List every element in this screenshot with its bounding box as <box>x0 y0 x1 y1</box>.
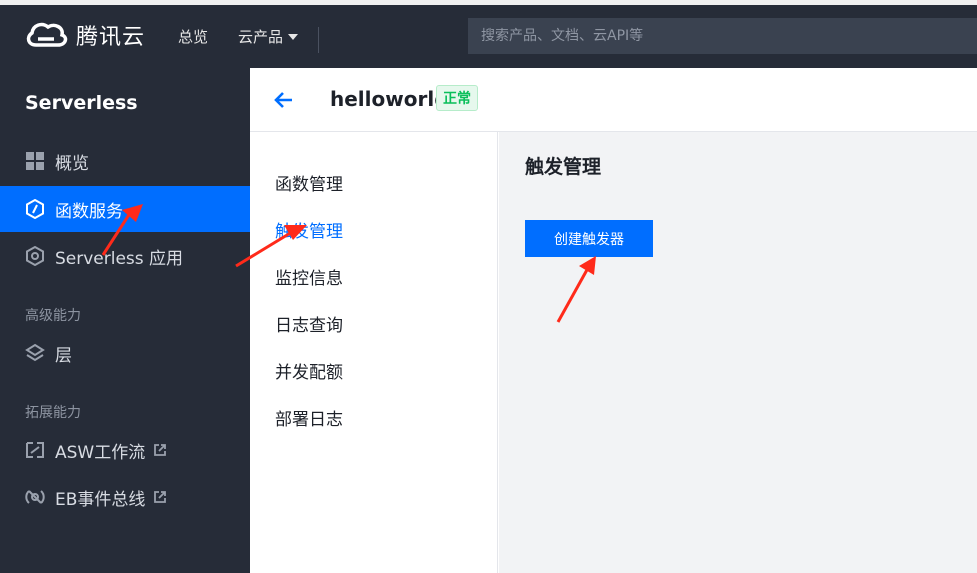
external-link-icon <box>153 490 167 504</box>
nav-overview-link[interactable]: 总览 <box>178 26 208 47</box>
sidebar-item-label: EB事件总线 <box>55 489 146 510</box>
sidebar-item-eb-eventbus[interactable]: EB事件总线 <box>0 474 250 520</box>
status-badge: 正常 <box>436 85 478 111</box>
external-link-icon <box>153 443 167 457</box>
brand-name: 腾讯云 <box>76 25 146 50</box>
submenu-log-query[interactable]: 日志查询 <box>275 311 343 336</box>
workflow-icon <box>25 440 45 460</box>
sidebar-item-functions[interactable]: 函数服务 <box>0 186 250 232</box>
search-input[interactable] <box>468 18 977 54</box>
global-search[interactable] <box>468 18 977 54</box>
submenu-function-management[interactable]: 函数管理 <box>275 170 343 195</box>
submenu-deploy-logs[interactable]: 部署日志 <box>275 405 343 430</box>
top-navbar: 腾讯云 总览 云产品 <box>0 0 977 68</box>
function-submenu: 函数管理 触发管理 监控信息 日志查询 并发配额 部署日志 <box>250 132 498 573</box>
function-header: helloworld 正常 <box>250 68 977 132</box>
sidebar-title: Serverless <box>25 92 138 114</box>
sidebar-item-label: ASW工作流 <box>55 442 146 463</box>
sidebar-item-label: Serverless 应用 <box>55 248 184 269</box>
function-icon <box>25 199 45 219</box>
back-arrow-icon[interactable] <box>272 88 296 112</box>
sidebar-item-serverless-app[interactable]: Serverless 应用 <box>0 233 250 279</box>
submenu-concurrency-quota[interactable]: 并发配额 <box>275 358 343 383</box>
sidebar-item-label: 函数服务 <box>55 201 123 222</box>
group-extension-label: 拓展能力 <box>25 405 81 421</box>
sidebar-item-layers[interactable]: 层 <box>0 330 250 376</box>
submenu-trigger-management[interactable]: 触发管理 <box>275 217 343 242</box>
nav-divider <box>318 27 319 53</box>
brand-logo[interactable]: 腾讯云 <box>24 19 145 51</box>
grid-icon <box>25 151 45 171</box>
trigger-content: 触发管理 创建触发器 <box>499 132 977 573</box>
group-advanced-label: 高级能力 <box>25 308 81 324</box>
sidebar: Serverless 概览 函数服务 Serverless 应用 高级能力 层 … <box>0 68 250 573</box>
eventbus-icon <box>25 487 45 507</box>
nav-products-menu[interactable]: 云产品 <box>238 26 299 47</box>
sidebar-item-label: 概览 <box>55 153 89 174</box>
function-name: helloworld <box>330 87 449 111</box>
app-icon <box>25 246 45 266</box>
page-title: 触发管理 <box>525 156 602 178</box>
layers-icon <box>25 343 45 363</box>
create-trigger-button[interactable]: 创建触发器 <box>525 220 653 257</box>
sidebar-item-label: 层 <box>55 345 72 366</box>
sidebar-item-asw-workflow[interactable]: ASW工作流 <box>0 427 250 473</box>
nav-products-label: 云产品 <box>238 28 284 46</box>
caret-down-icon <box>288 33 299 40</box>
cloud-logo-icon <box>26 22 68 47</box>
submenu-monitoring[interactable]: 监控信息 <box>275 264 343 289</box>
sidebar-item-overview[interactable]: 概览 <box>0 138 250 184</box>
